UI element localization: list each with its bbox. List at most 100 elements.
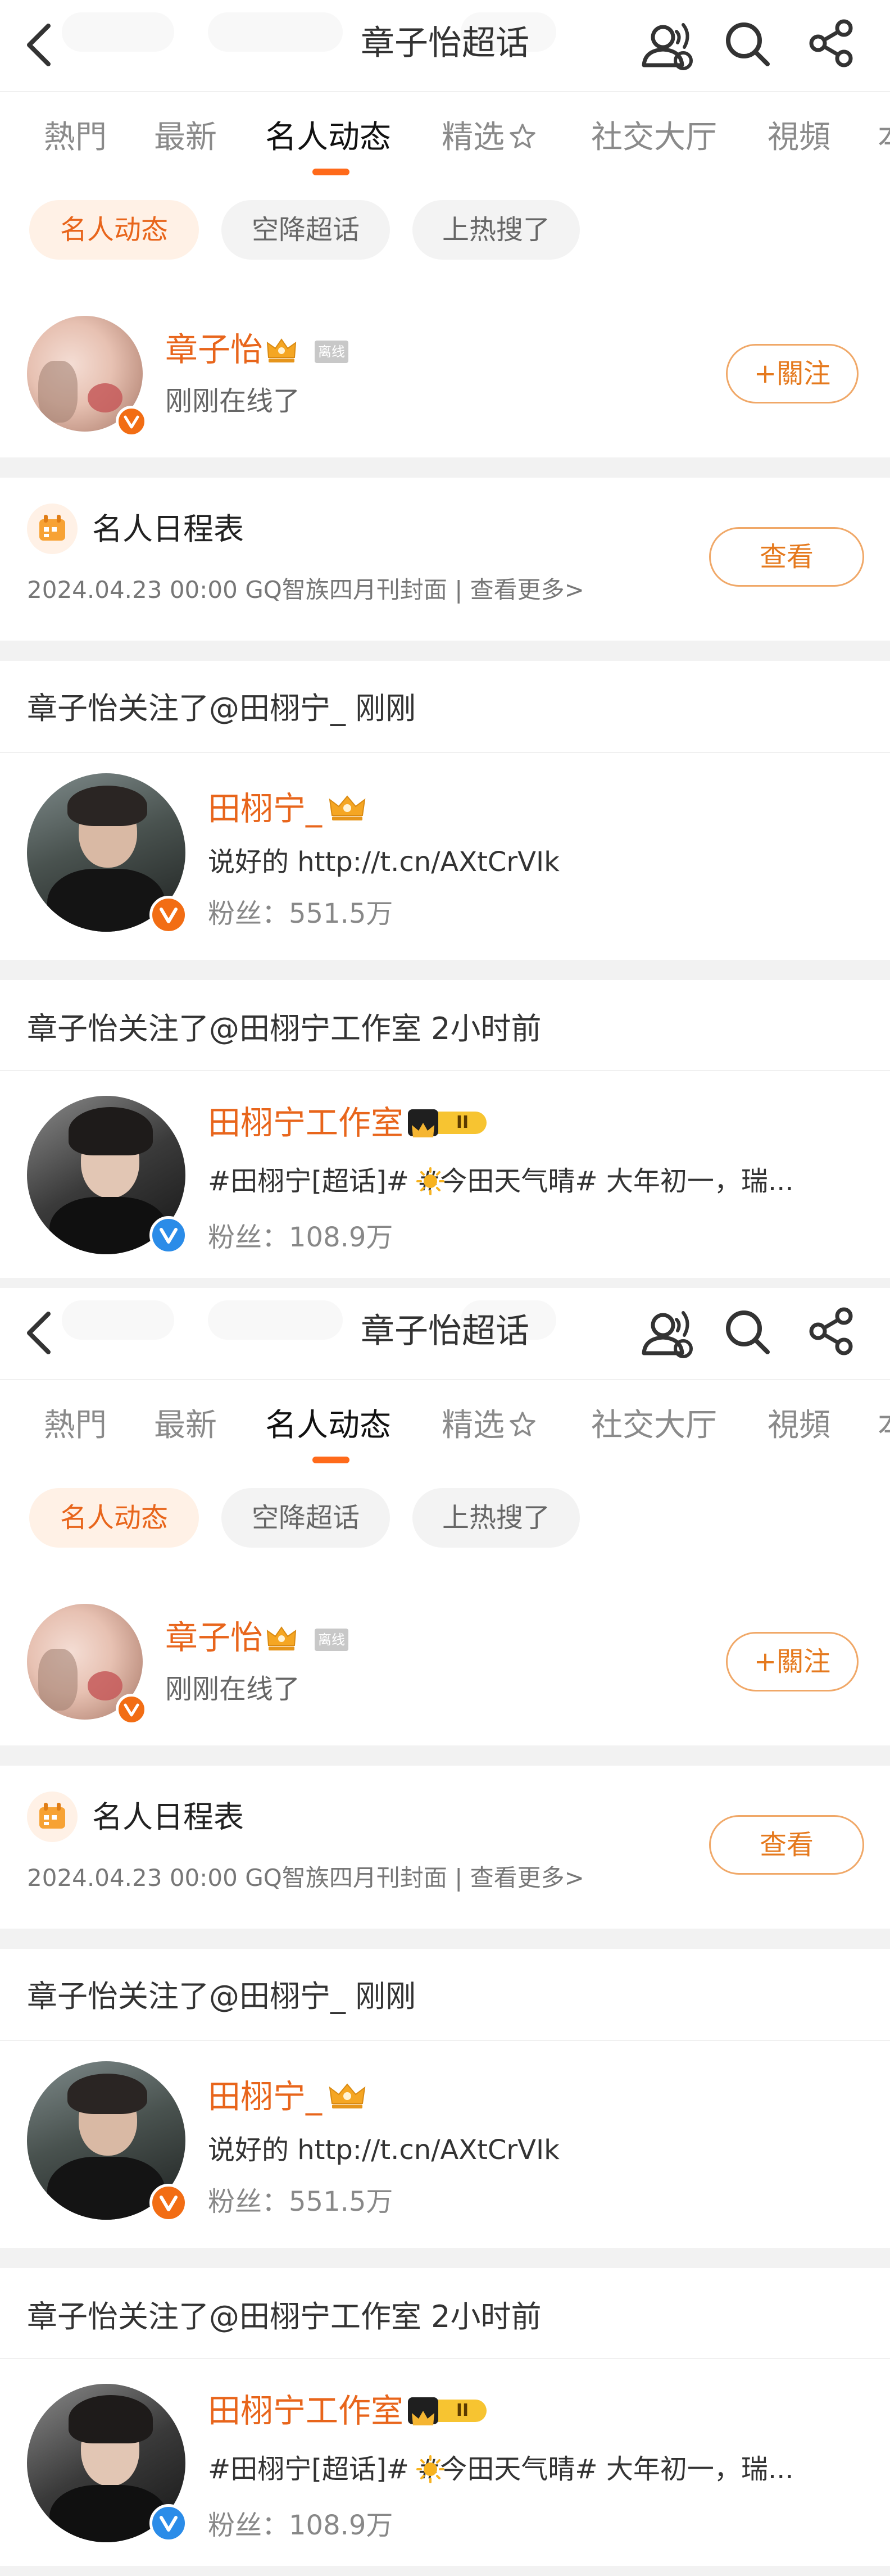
active-tab-indicator [312,169,349,175]
top-bar: 章子怡超话 [0,1288,890,1380]
crown-icon [266,1626,297,1650]
celebrity-name[interactable]: 章子怡 [165,1615,298,1660]
tab-celebrity-updates[interactable]: 名人动态 [265,1400,391,1451]
user-description: 说好的 http://t.cn/AXtCrVIk [208,2134,560,2166]
studio-description-text: #田栩宁[超话]# #今田天气晴# 大年初一，瑞... [208,2453,794,2485]
calendar-icon [27,504,78,554]
studio-name-text: 田栩宁工作室 [208,1104,404,1142]
user-fans-count: 粉丝：551.5万 [208,898,393,929]
view-schedule-button[interactable]: 查看 [709,527,864,587]
level-badge: II [408,1109,491,1137]
tab-social-hall[interactable]: 社交大厅 [591,1400,717,1451]
tab-latest[interactable]: 最新 [154,112,217,163]
sun-icon [416,2455,445,2484]
section-divider [0,457,890,478]
section-divider [0,1745,890,1766]
view-schedule-button[interactable]: 查看 [709,1815,864,1875]
studio-fans-count: 粉丝：108.9万 [208,1222,393,1253]
members-icon[interactable] [639,16,696,72]
chip-trending[interactable]: 上热搜了 [412,200,580,260]
tab-social-hall[interactable]: 社交大厅 [591,112,717,163]
celebrity-name-text: 章子怡 [165,1618,264,1657]
crown-icon [408,2397,439,2425]
chip-airdrop[interactable]: 空降超话 [221,1488,390,1548]
user-name-text: 田栩宁_ [208,790,323,828]
row-divider [0,2358,890,2359]
studio-fans-count: 粉丝：108.9万 [208,2510,393,2541]
verified-icon [149,896,188,934]
level-badge: II [408,2397,491,2425]
search-icon[interactable] [723,19,772,69]
search-icon[interactable] [723,1307,772,1357]
members-icon[interactable] [639,1304,696,1360]
user-name[interactable]: 田栩宁_ [208,786,367,832]
calendar-icon [27,1792,78,1842]
chip-trending[interactable]: 上热搜了 [412,1488,580,1548]
row-divider [0,2040,890,2041]
crown-icon [408,1109,439,1137]
chip-celebrity-updates[interactable]: 名人动态 [29,1488,199,1548]
row-divider [0,1070,890,1071]
crown-icon [329,795,366,820]
follow-event-text: 章子怡关注了@田栩宁_ 刚刚 [27,691,416,726]
follow-button[interactable]: +關注 [726,1632,859,1691]
tab-latest[interactable]: 最新 [154,1400,217,1451]
share-icon[interactable] [807,1306,857,1357]
user-fans-count: 粉丝：551.5万 [208,2186,393,2217]
level-label: II [438,1112,487,1134]
crown-icon [329,2083,366,2108]
celebrity-name[interactable]: 章子怡 [165,327,298,372]
status-badge: 离线 [315,1629,348,1651]
follow-event-text: 章子怡关注了@田栩宁_ 刚刚 [27,1979,416,2014]
verified-icon [149,1216,188,1254]
share-icon[interactable] [807,18,857,69]
follow-event-text: 章子怡关注了@田栩宁工作室 2小时前 [27,1011,542,1046]
tab-featured-label: 精选 [442,119,505,156]
level-label: II [438,2400,487,2422]
user-description: 说好的 http://t.cn/AXtCrVIk [208,846,560,878]
section-divider [0,641,890,661]
tab-hot[interactable]: 熱門 [44,1400,107,1451]
crown-icon [266,338,297,362]
verified-icon [149,2504,188,2542]
celebrity-name-text: 章子怡 [165,330,264,369]
tab-hot[interactable]: 熱門 [44,112,107,163]
section-divider [0,1278,890,1288]
tab-overflow[interactable]: 本 [878,112,890,163]
star-icon [510,124,535,148]
schedule-detail[interactable]: 2024.04.23 00:00 GQ智族四月刊封面 | 查看更多> [27,1860,584,1896]
sun-icon [416,1167,445,1196]
section-divider [0,2248,890,2268]
verified-icon [116,1694,147,1725]
tab-featured[interactable]: 精选 [442,112,537,163]
studio-name-text: 田栩宁工作室 [208,2392,404,2430]
schedule-detail[interactable]: 2024.04.23 00:00 GQ智族四月刊封面 | 查看更多> [27,572,584,608]
studio-description: #田栩宁[超话]# #今田天气晴# 大年初一，瑞... [208,1163,794,1199]
screen: 章子怡超话 熱門 最新 名人动态 精选 社交大厅 視頻 本 名人动态 空降超话 … [0,1288,890,2576]
screen: 章子怡超话 熱門 最新 名人动态 精选 社交大厅 視頻 本 名人动态 空降超话 … [0,0,890,1288]
chip-celebrity-updates[interactable]: 名人动态 [29,200,199,260]
tab-overflow[interactable]: 本 [878,1400,890,1451]
tab-featured[interactable]: 精选 [442,1400,537,1451]
schedule-title: 名人日程表 [92,511,244,547]
user-name[interactable]: 田栩宁_ [208,2074,367,2120]
celebrity-status: 刚刚在线了 [165,1674,301,1705]
section-divider [0,960,890,980]
studio-name[interactable]: 田栩宁工作室 II [208,2387,491,2434]
verified-icon [116,406,147,437]
studio-description: #田栩宁[超话]# #今田天气晴# 大年初一，瑞... [208,2451,794,2487]
star-icon [510,1412,535,1436]
follow-button[interactable]: +關注 [726,344,859,403]
follow-event-text: 章子怡关注了@田栩宁工作室 2小时前 [27,2299,542,2334]
studio-name[interactable]: 田栩宁工作室 II [208,1099,491,1146]
verified-icon [149,2184,188,2222]
active-tab-indicator [312,1457,349,1463]
tab-videos[interactable]: 視頻 [768,1400,830,1451]
chip-airdrop[interactable]: 空降超话 [221,200,390,260]
section-divider [0,1929,890,1949]
celebrity-status: 刚刚在线了 [165,386,301,417]
top-bar: 章子怡超话 [0,0,890,92]
tab-celebrity-updates[interactable]: 名人动态 [265,112,391,163]
tab-videos[interactable]: 視頻 [768,112,830,163]
schedule-title: 名人日程表 [92,1799,244,1835]
